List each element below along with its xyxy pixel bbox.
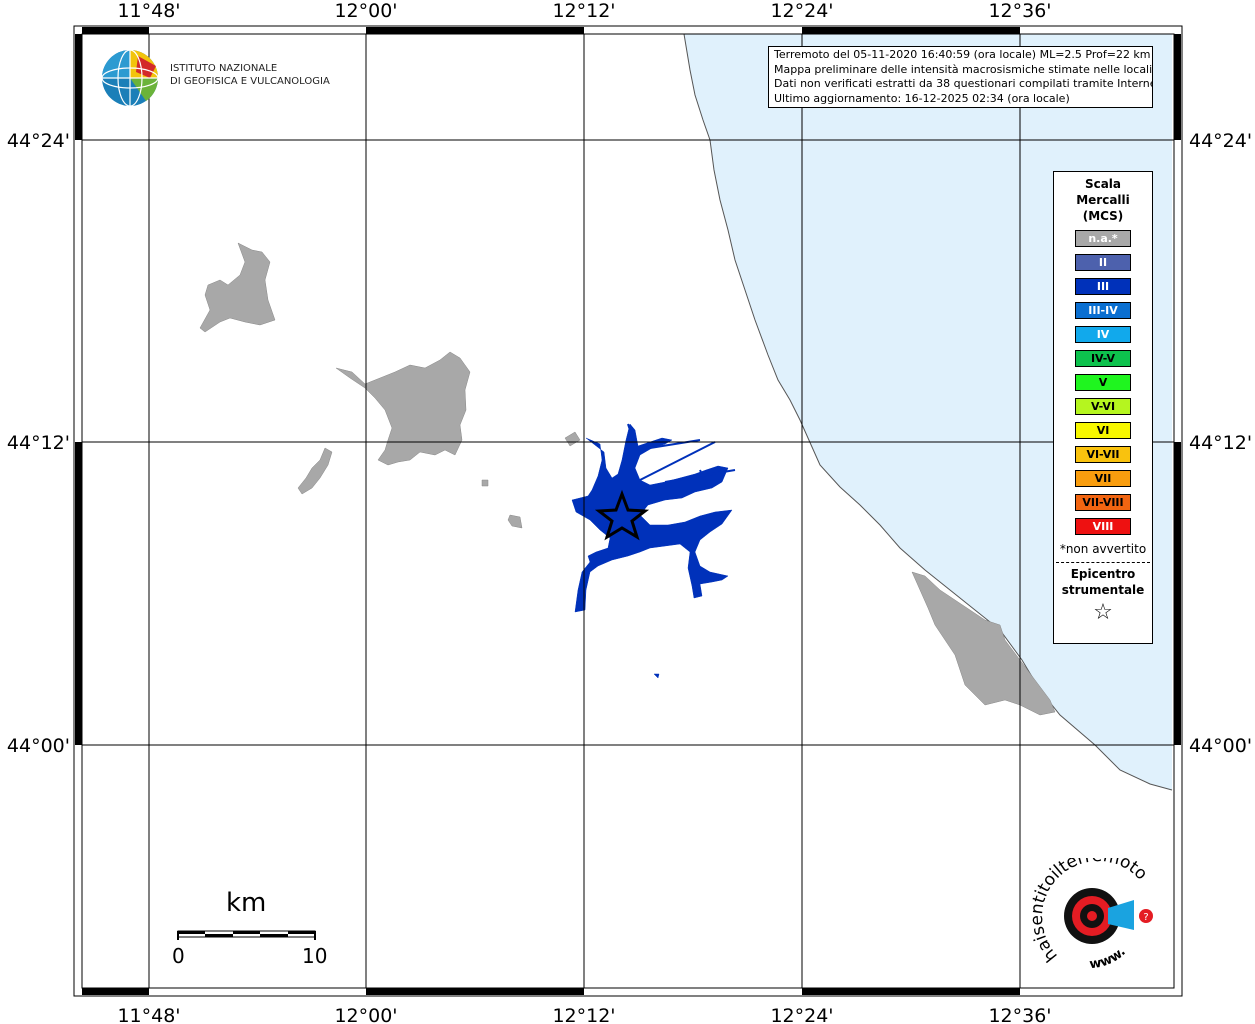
scale-bar [177,930,316,940]
lat-label-left-1: 44°24' [7,130,70,152]
lat-label-left-3: 44°00' [7,735,70,757]
svg-text:www.: www. [1089,944,1129,972]
event-info-line-2: Mappa preliminare delle intensità macros… [774,62,1153,76]
locality-na-2 [335,351,471,466]
intensity-legend: Scala Mercalli (MCS) n.a.* II III III-IV IV I… [1053,171,1153,644]
event-info-line-1: Terremoto del 05-11-2020 16:40:59 (ora l… [774,48,1151,61]
scale-min-label: 0 [172,944,185,968]
lon-label-bottom-3: 12°12' [552,1005,615,1024]
legend-note: *non avvertito [1059,542,1147,556]
lat-label-right-2: 44°12' [1189,432,1252,454]
event-info-line-3: Dati non verificati estratti da 38 quest… [774,77,1153,91]
event-info-box: Terremoto del 05-11-2020 16:40:59 (ora l… [768,46,1153,108]
lon-label-top-3: 12°12' [552,0,615,22]
event-info-line-4: Ultimo aggiornamento: 16-12-2025 02:34 (… [774,91,1070,105]
legend-item: V-VI [1075,398,1131,415]
locality-na-4 [507,514,523,529]
locality-na-6 [481,479,489,487]
legend-item: IV [1075,326,1131,343]
svg-text:?: ? [1143,912,1148,923]
globe-icon [101,49,159,107]
ingv-logo: ISTITUTO NAZIONALE DI GEOFISICA E VULCAN… [100,48,330,110]
lat-label-right-3: 44°00' [1189,735,1252,757]
scale-max-label: 10 [302,944,328,968]
legend-epicenter-label: Epicentro strumentale [1054,566,1152,598]
legend-title-line-1: Scala [1084,177,1122,191]
scale-unit: km [226,888,267,918]
legend-item: III-IV [1075,302,1131,319]
legend-item: VI [1075,422,1131,439]
haisentito-logo: haisentitoilterremoto.it www. ? [1027,843,1160,978]
legend-title-line-3: (MCS) [1082,209,1124,223]
legend-epicenter-line-1: Epicentro [1070,567,1136,581]
locality-intensity-iii [571,423,736,679]
legend-item: VI-VII [1075,446,1131,463]
legend-item: VII-VIII [1075,494,1131,511]
legend-item: VIII [1075,518,1131,535]
legend-item: III [1075,278,1131,295]
legend-item: II [1075,254,1131,271]
lon-label-bottom-5: 12°36' [988,1005,1051,1024]
lat-label-right-1: 44°24' [1189,130,1252,152]
lon-label-top-2: 12°00' [334,0,397,22]
locality-na-5 [564,431,581,447]
legend-title-line-2: Mercalli [1076,193,1130,207]
lat-label-left-2: 44°12' [7,432,70,454]
legend-divider [1056,562,1150,563]
legend-epicenter-line-2: strumentale [1061,583,1145,597]
locality-na-3 [297,447,333,495]
lon-label-top-5: 12°36' [988,0,1051,22]
logo-line-2: DI GEOFISICA E VULCANOLOGIA [170,76,330,87]
legend-item: V [1075,374,1131,391]
legend-title: Scala Mercalli (MCS) [1054,176,1152,224]
logo-line-1: ISTITUTO NAZIONALE [170,63,278,74]
lon-label-bottom-1: 11°48' [117,1005,180,1024]
lon-label-top-4: 12°24' [770,0,833,22]
lon-label-bottom-2: 12°00' [334,1005,397,1024]
seismograph-logo-icon: haisentitoilterremoto.it www. ? [1027,843,1153,972]
legend-item: IV-V [1075,350,1131,367]
lon-label-bottom-4: 12°24' [770,1005,833,1024]
locality-na-1 [199,242,276,333]
legend-item: n.a.* [1075,230,1131,247]
logo-url-text: www. [1089,944,1129,972]
legend-items: n.a.* II III III-IV IV IV-V V V-VI VI VI-VII VII VI… [1054,230,1152,535]
legend-item: VII [1075,470,1131,487]
legend-star-icon: ☆ [1093,600,1113,625]
lon-label-top-1: 11°48' [117,0,180,22]
